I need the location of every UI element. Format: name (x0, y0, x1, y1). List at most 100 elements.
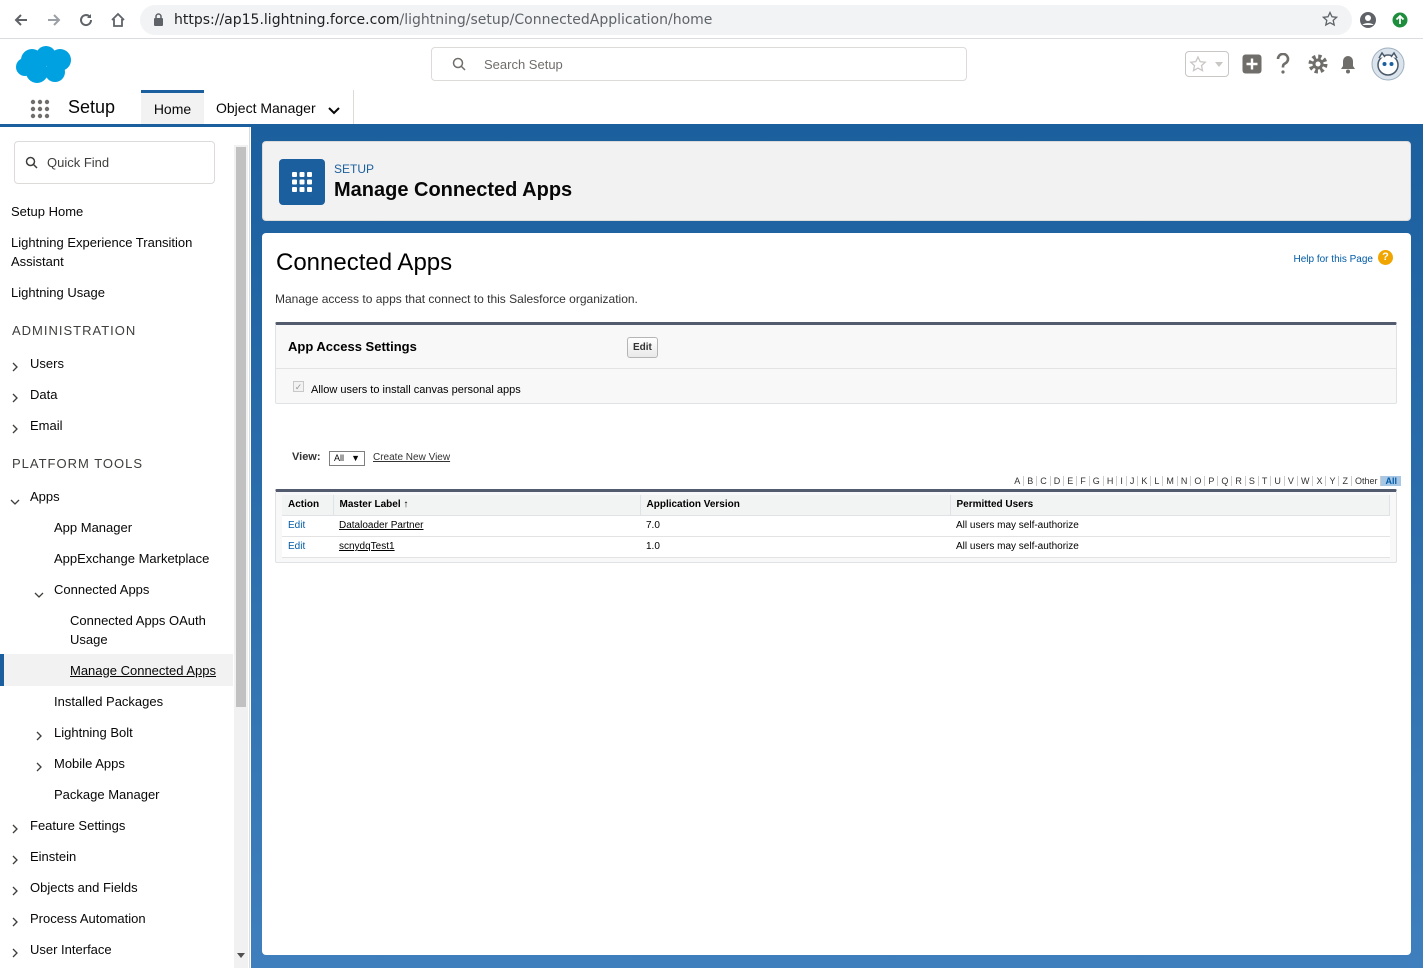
alpha-filter-o[interactable]: O (1191, 476, 1206, 486)
alpha-filter-m[interactable]: M (1163, 476, 1178, 486)
sidebar-item-apps[interactable]: Apps (30, 487, 60, 506)
alpha-filter-v[interactable]: V (1285, 476, 1298, 486)
chevron-right-icon[interactable] (11, 945, 21, 958)
alpha-filter-y[interactable]: Y (1326, 476, 1340, 486)
column-header-permitted-users[interactable]: Permitted Users (950, 495, 1390, 516)
alpha-filter-i[interactable]: I (1117, 476, 1127, 486)
chevron-right-icon[interactable] (11, 914, 21, 927)
address-bar[interactable]: https://ap15.lightning.force.com/lightni… (140, 5, 1352, 35)
alpha-filter-s[interactable]: S (1246, 476, 1259, 486)
favorites-star-icon[interactable] (1185, 51, 1229, 77)
sidebar-item-lightning-bolt[interactable]: Lightning Bolt (54, 723, 133, 742)
chevron-down-icon[interactable] (328, 102, 340, 118)
sidebar-item-connected-apps[interactable]: Connected Apps (54, 580, 149, 599)
chevron-down-icon[interactable] (34, 586, 44, 598)
alpha-filter-c[interactable]: C (1037, 476, 1051, 486)
create-new-view-link[interactable]: Create New View (373, 452, 450, 463)
alpha-filter-other[interactable]: Other (1352, 476, 1382, 486)
alpha-filter-g[interactable]: G (1090, 476, 1104, 486)
breadcrumb[interactable]: SETUP (334, 162, 374, 176)
help-question-icon[interactable] (1271, 52, 1295, 76)
alpha-filter-t[interactable]: T (1259, 476, 1272, 486)
chevron-right-icon[interactable] (11, 821, 21, 834)
column-header-master-label[interactable]: Master Label ↑ (333, 495, 641, 516)
notifications-bell-icon[interactable] (1336, 52, 1360, 76)
sidebar-item-process-automation[interactable]: Process Automation (30, 909, 146, 928)
alpha-filter-k[interactable]: K (1138, 476, 1152, 486)
sidebar-item-mobile-apps[interactable]: Mobile Apps (54, 754, 125, 773)
sidebar-item-users[interactable]: Users (30, 354, 64, 373)
sidebar-item-data[interactable]: Data (30, 385, 57, 404)
row-master-label-link[interactable]: scnydqTest1 (339, 541, 395, 552)
alpha-filter-j[interactable]: J (1127, 476, 1139, 486)
column-header-version[interactable]: Application Version (640, 495, 951, 516)
sidebar-item-installed-packages[interactable]: Installed Packages (54, 692, 163, 711)
tab-home[interactable]: Home (141, 90, 204, 124)
alpha-filter-q[interactable]: Q (1218, 476, 1233, 486)
alpha-filter-f[interactable]: F (1077, 476, 1090, 486)
alpha-filter-a[interactable]: A (1011, 476, 1025, 486)
row-edit-link[interactable]: Edit (288, 541, 305, 552)
alpha-filter-w[interactable]: W (1298, 476, 1314, 486)
scrollbar-thumb[interactable] (236, 147, 246, 707)
sidebar-item-setup-home[interactable]: Setup Home (11, 202, 83, 221)
bookmark-star-icon[interactable] (1321, 10, 1339, 32)
sidebar-item-feature-settings[interactable]: Feature Settings (30, 816, 125, 835)
chevron-down-icon[interactable] (10, 493, 20, 505)
sidebar-item-appexchange[interactable]: AppExchange Marketplace (54, 549, 209, 568)
profile-icon[interactable] (1356, 8, 1380, 32)
alpha-filter-n[interactable]: N (1178, 476, 1192, 486)
back-icon[interactable] (9, 8, 33, 32)
alpha-filter-e[interactable]: E (1064, 476, 1078, 486)
chevron-right-icon[interactable] (11, 421, 21, 434)
sidebar-item-einstein[interactable]: Einstein (30, 847, 76, 866)
settings-gear-icon[interactable] (1306, 52, 1330, 76)
chevron-right-icon[interactable] (11, 883, 21, 896)
chevron-right-icon[interactable] (11, 359, 21, 372)
sidebar-item-transition-assistant[interactable]: Lightning Experience Transition Assistan… (11, 233, 221, 271)
row-edit-link[interactable]: Edit (288, 520, 305, 531)
avatar[interactable] (1371, 47, 1405, 81)
help-link[interactable]: Help for this Page (1294, 254, 1374, 265)
canvas-apps-checkbox[interactable]: ✓ (293, 381, 304, 392)
page-title: Manage Connected Apps (334, 179, 573, 201)
view-select[interactable]: All ▼ (329, 451, 365, 466)
app-launcher-icon[interactable] (30, 99, 50, 124)
alpha-filter-b[interactable]: B (1024, 476, 1038, 486)
chevron-right-icon[interactable] (35, 728, 45, 741)
global-search-input[interactable]: Search Setup (431, 47, 967, 81)
global-add-icon[interactable] (1240, 52, 1264, 76)
tab-object-manager[interactable]: Object Manager (204, 90, 354, 124)
quick-find-input[interactable]: Quick Find (14, 141, 215, 184)
sidebar-item-email[interactable]: Email (30, 416, 63, 435)
home-icon[interactable] (106, 8, 130, 32)
alpha-filter-u[interactable]: U (1271, 476, 1285, 486)
sidebar-item-user-interface[interactable]: User Interface (30, 940, 112, 959)
sidebar-item-app-manager[interactable]: App Manager (54, 518, 132, 537)
alpha-filter-l[interactable]: L (1151, 476, 1164, 486)
scroll-down-arrow-icon[interactable] (237, 946, 245, 964)
row-master-label-link[interactable]: Dataloader Partner (339, 520, 424, 531)
chevron-right-icon[interactable] (11, 852, 21, 865)
alpha-filter-h[interactable]: H (1104, 476, 1118, 486)
forward-icon[interactable] (42, 8, 66, 32)
chevron-right-icon[interactable] (35, 759, 45, 772)
alpha-filter-d[interactable]: D (1051, 476, 1065, 486)
alpha-filter-z[interactable]: Z (1339, 476, 1352, 486)
salesforce-logo[interactable] (15, 45, 75, 90)
update-icon[interactable] (1388, 8, 1412, 32)
sidebar-scrollbar[interactable] (234, 145, 248, 968)
chevron-right-icon[interactable] (11, 390, 21, 403)
reload-icon[interactable] (74, 8, 98, 32)
sidebar-item-oauth-usage[interactable]: Connected Apps OAuth Usage (70, 611, 220, 649)
sidebar-item-objects-fields[interactable]: Objects and Fields (30, 878, 138, 897)
alpha-filter-all[interactable]: All (1381, 476, 1401, 486)
sidebar-item-package-manager[interactable]: Package Manager (54, 785, 160, 804)
sidebar-item-manage-connected-apps[interactable]: Manage Connected Apps (70, 661, 216, 680)
alpha-filter-x[interactable]: X (1313, 476, 1327, 486)
alpha-filter-p[interactable]: P (1205, 476, 1219, 486)
sidebar-item-lightning-usage[interactable]: Lightning Usage (11, 283, 105, 302)
edit-access-button[interactable]: Edit (627, 337, 658, 358)
alpha-filter-r[interactable]: R (1232, 476, 1246, 486)
help-icon[interactable]: ? (1378, 250, 1393, 265)
